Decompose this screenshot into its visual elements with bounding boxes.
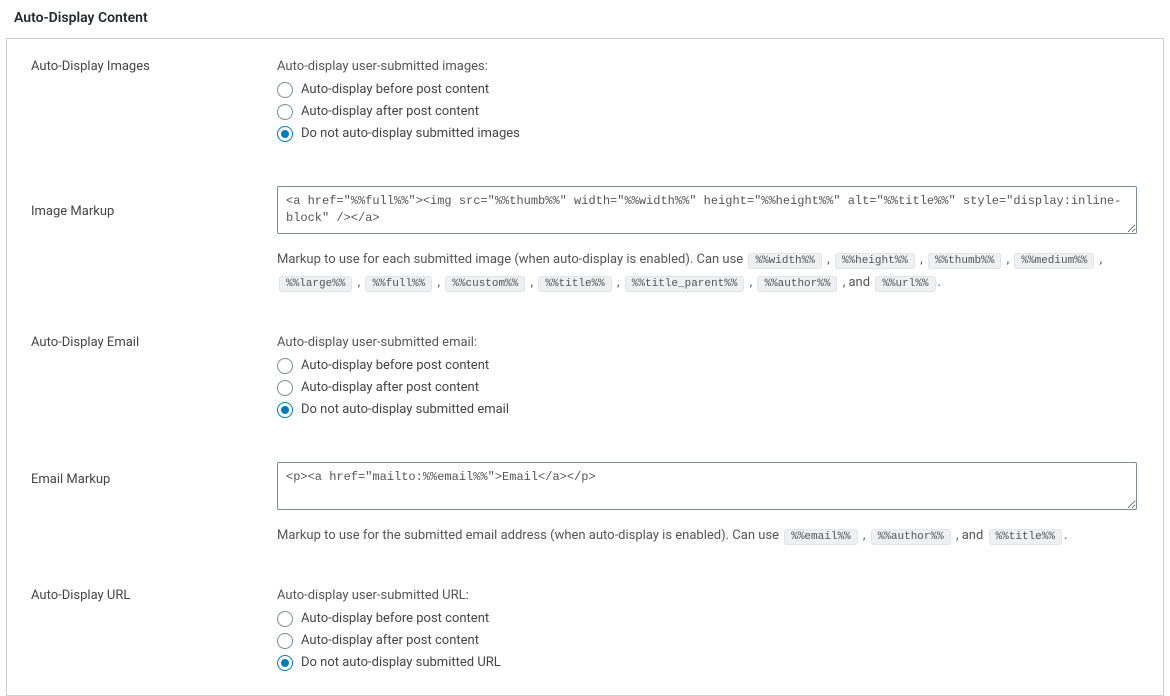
token: %%custom%% <box>445 276 525 292</box>
radio-url-after[interactable] <box>277 633 293 649</box>
token: %%title%% <box>989 529 1062 545</box>
token: %%medium%% <box>1014 253 1094 269</box>
textarea-image-markup[interactable] <box>277 186 1137 234</box>
token: %%title_parent%% <box>625 276 745 292</box>
radio-images-before-label: Auto-display before post content <box>301 80 489 100</box>
radio-email-none-label: Do not auto-display submitted email <box>301 400 509 420</box>
section-title: Auto-Display Content <box>0 6 1170 30</box>
legend-email: Auto-display user-submitted email: <box>277 335 1137 350</box>
row-email-markup: Email Markup Markup to use for the submi… <box>7 442 1163 567</box>
settings-panel: Auto-Display Images Auto-display user-su… <box>6 38 1164 696</box>
token: %%url%% <box>875 276 935 292</box>
token: %%email%% <box>784 529 857 545</box>
radio-email-after-label: Auto-display after post content <box>301 378 479 398</box>
token: %%width%% <box>748 253 821 269</box>
row-auto-display-images: Auto-Display Images Auto-display user-su… <box>7 39 1163 166</box>
label-auto-display-email: Auto-Display Email <box>7 315 267 442</box>
radio-email-none[interactable] <box>277 402 293 418</box>
token: %%title%% <box>538 276 611 292</box>
token: %%author%% <box>871 529 951 545</box>
row-auto-display-email: Auto-Display Email Auto-display user-sub… <box>7 315 1163 442</box>
desc-email-markup: Markup to use for the submitted email ad… <box>277 524 1137 548</box>
token: %%author%% <box>757 276 837 292</box>
radio-email-before-label: Auto-display before post content <box>301 356 489 376</box>
label-auto-display-url: Auto-Display URL <box>7 568 267 695</box>
token: %%thumb%% <box>928 253 1001 269</box>
radio-images-after[interactable] <box>277 104 293 120</box>
desc-image-markup: Markup to use for each submitted image (… <box>277 248 1137 296</box>
label-email-markup: Email Markup <box>7 442 267 567</box>
radio-url-before[interactable] <box>277 611 293 627</box>
radio-url-after-label: Auto-display after post content <box>301 631 479 651</box>
token: %%large%% <box>279 276 352 292</box>
radio-email-before[interactable] <box>277 358 293 374</box>
radio-email-after[interactable] <box>277 380 293 396</box>
textarea-email-markup[interactable] <box>277 462 1137 510</box>
legend-url: Auto-display user-submitted URL: <box>277 588 1137 603</box>
row-auto-display-url: Auto-Display URL Auto-display user-submi… <box>7 568 1163 695</box>
label-image-markup: Image Markup <box>7 166 267 315</box>
row-image-markup: Image Markup Markup to use for each subm… <box>7 166 1163 315</box>
token: %%full%% <box>365 276 432 292</box>
radio-url-before-label: Auto-display before post content <box>301 609 489 629</box>
radio-images-after-label: Auto-display after post content <box>301 102 479 122</box>
radio-url-none-label: Do not auto-display submitted URL <box>301 653 501 673</box>
radio-images-none-label: Do not auto-display submitted images <box>301 124 520 144</box>
radio-images-before[interactable] <box>277 82 293 98</box>
token: %%height%% <box>835 253 915 269</box>
label-auto-display-images: Auto-Display Images <box>7 39 267 166</box>
radio-url-none[interactable] <box>277 655 293 671</box>
radio-images-none[interactable] <box>277 126 293 142</box>
legend-images: Auto-display user-submitted images: <box>277 59 1137 74</box>
